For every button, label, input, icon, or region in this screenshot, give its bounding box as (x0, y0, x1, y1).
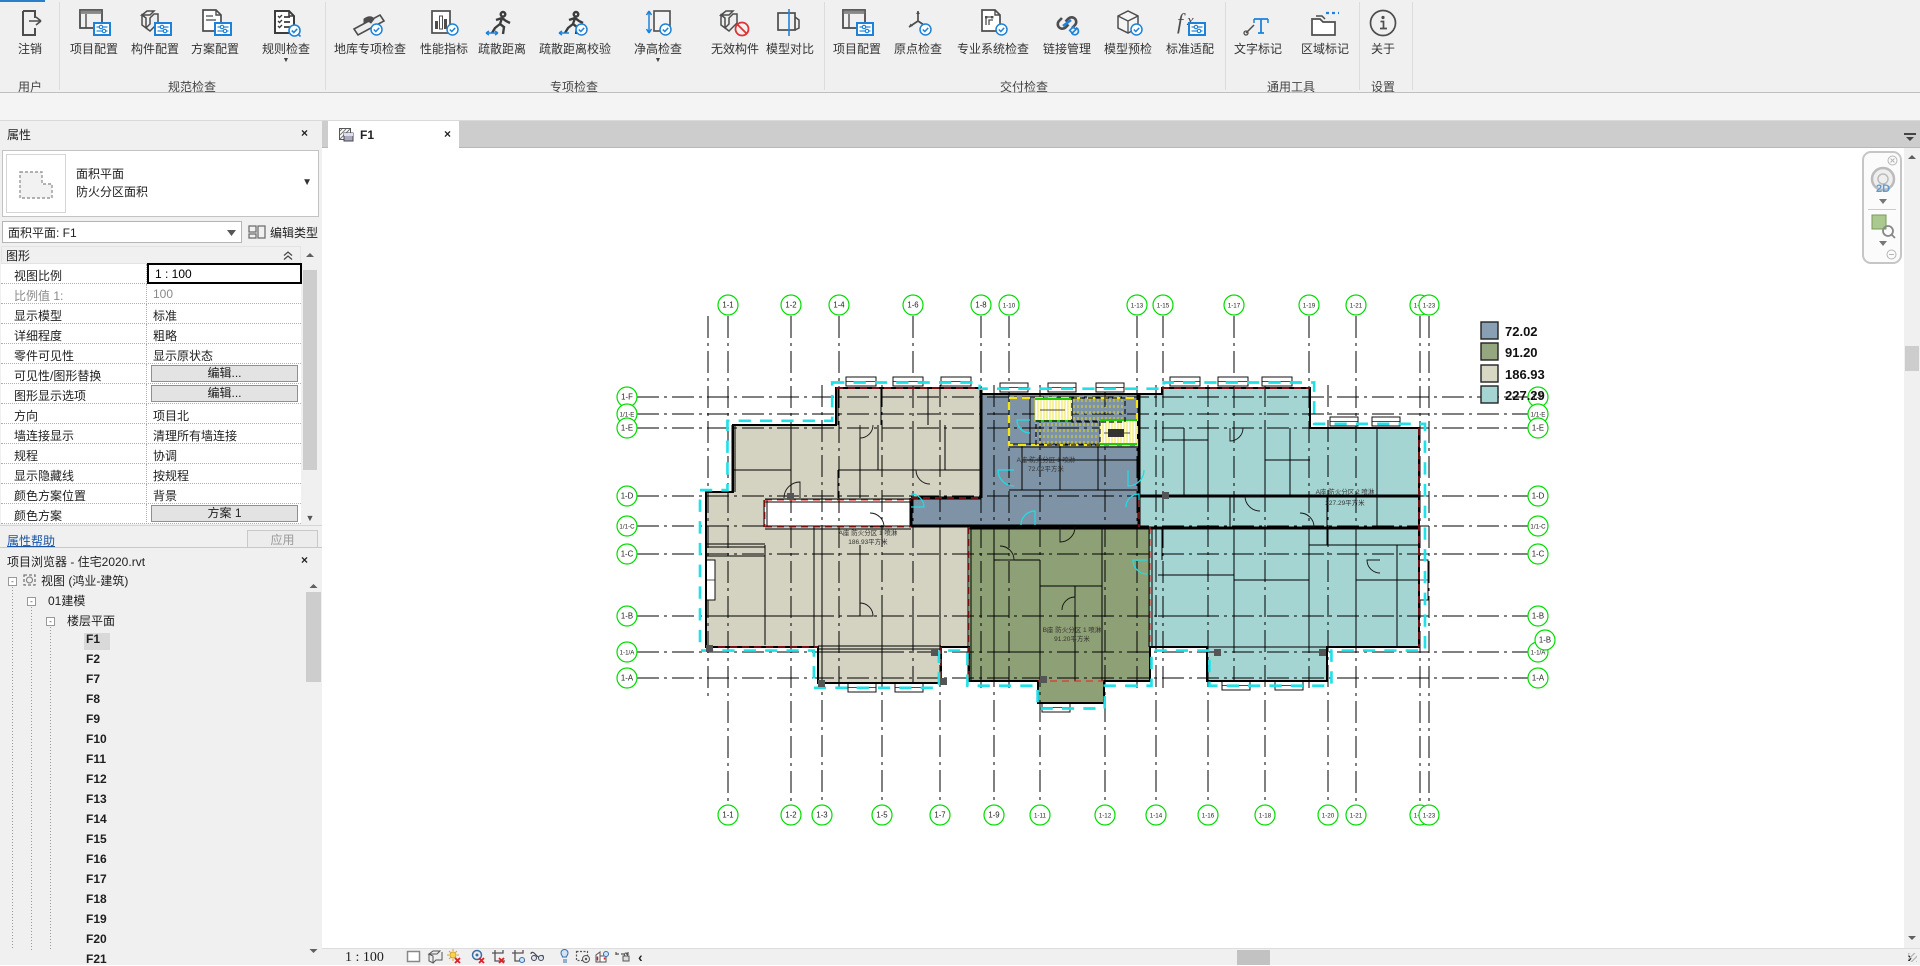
svg-text:f: f (1177, 9, 1186, 34)
svg-text:1-B: 1-B (1539, 636, 1551, 645)
svg-text:1-19: 1-19 (1303, 303, 1316, 310)
svg-text:186.93平方米: 186.93平方米 (848, 537, 888, 546)
svg-text:1-B: 1-B (621, 612, 633, 621)
svg-text:72.02平方米: 72.02平方米 (1028, 464, 1064, 473)
svg-text:1-D: 1-D (1532, 492, 1545, 501)
svg-text:1-1: 1-1 (722, 301, 733, 310)
svg-text:1-16: 1-16 (1202, 813, 1215, 820)
svg-text:1-13: 1-13 (1131, 303, 1144, 310)
svg-text:227.29平方米: 227.29平方米 (1325, 498, 1365, 507)
svg-text:1-7: 1-7 (934, 811, 945, 820)
svg-text:91.20平方米: 91.20平方米 (1054, 634, 1090, 643)
svg-text:B座 防火分区 1 喷淋: B座 防火分区 1 喷淋 (1043, 625, 1102, 634)
svg-text:1-A: 1-A (621, 674, 634, 683)
svg-text:1-12: 1-12 (1099, 813, 1112, 820)
svg-text:1-14: 1-14 (1150, 813, 1163, 820)
svg-text:1-10: 1-10 (1003, 303, 1016, 310)
svg-text:72.02: 72.02 (1505, 324, 1538, 339)
svg-text:1-E: 1-E (1532, 424, 1544, 433)
svg-text:1-F: 1-F (621, 393, 633, 402)
svg-text:1-21: 1-21 (1350, 303, 1363, 310)
svg-text:1-23: 1-23 (1423, 813, 1436, 820)
svg-text:1-5: 1-5 (876, 811, 888, 820)
svg-text:1-1/A: 1-1/A (1531, 650, 1547, 657)
svg-text:1-20: 1-20 (1322, 813, 1335, 820)
svg-text:1-6: 1-6 (907, 301, 918, 310)
svg-text:1/1-C: 1/1-C (1530, 524, 1546, 531)
svg-text:1-9: 1-9 (988, 811, 999, 820)
svg-text:A座 防火分区 1 喷淋: A座 防火分区 1 喷淋 (839, 528, 898, 537)
svg-text:1-C: 1-C (1532, 550, 1545, 559)
svg-text:1-3: 1-3 (816, 811, 827, 820)
svg-text:1-18: 1-18 (1259, 813, 1272, 820)
svg-text:1-1: 1-1 (722, 811, 733, 820)
svg-text:1-17: 1-17 (1228, 303, 1241, 310)
svg-text:91.20: 91.20 (1505, 345, 1538, 360)
svg-text:1-15: 1-15 (1157, 303, 1170, 310)
svg-text:1/1-C: 1/1-C (619, 524, 635, 531)
svg-text:1-23: 1-23 (1423, 303, 1436, 310)
svg-text:1-D: 1-D (621, 492, 634, 501)
svg-text:1-4: 1-4 (833, 301, 845, 310)
svg-text:1-1/A: 1-1/A (620, 650, 636, 657)
svg-text:1-C: 1-C (621, 550, 634, 559)
svg-text:A座 防火分区 2 喷淋: A座 防火分区 2 喷淋 (1316, 487, 1375, 496)
svg-text:1-2: 1-2 (785, 811, 796, 820)
svg-text:1-11: 1-11 (1034, 813, 1046, 820)
svg-text:2D: 2D (1876, 183, 1890, 195)
svg-text:1-A: 1-A (1532, 674, 1545, 683)
svg-text:1-B: 1-B (1532, 612, 1544, 621)
svg-text:186.93: 186.93 (1505, 367, 1545, 382)
svg-text:1-8: 1-8 (975, 301, 986, 310)
svg-text:1-2: 1-2 (785, 301, 796, 310)
svg-text:1-E: 1-E (621, 424, 633, 433)
svg-text:227.29: 227.29 (1505, 388, 1545, 403)
svg-text:A座 防火分区 1 喷淋: A座 防火分区 1 喷淋 (1017, 455, 1076, 464)
svg-text:1-21: 1-21 (1350, 813, 1363, 820)
